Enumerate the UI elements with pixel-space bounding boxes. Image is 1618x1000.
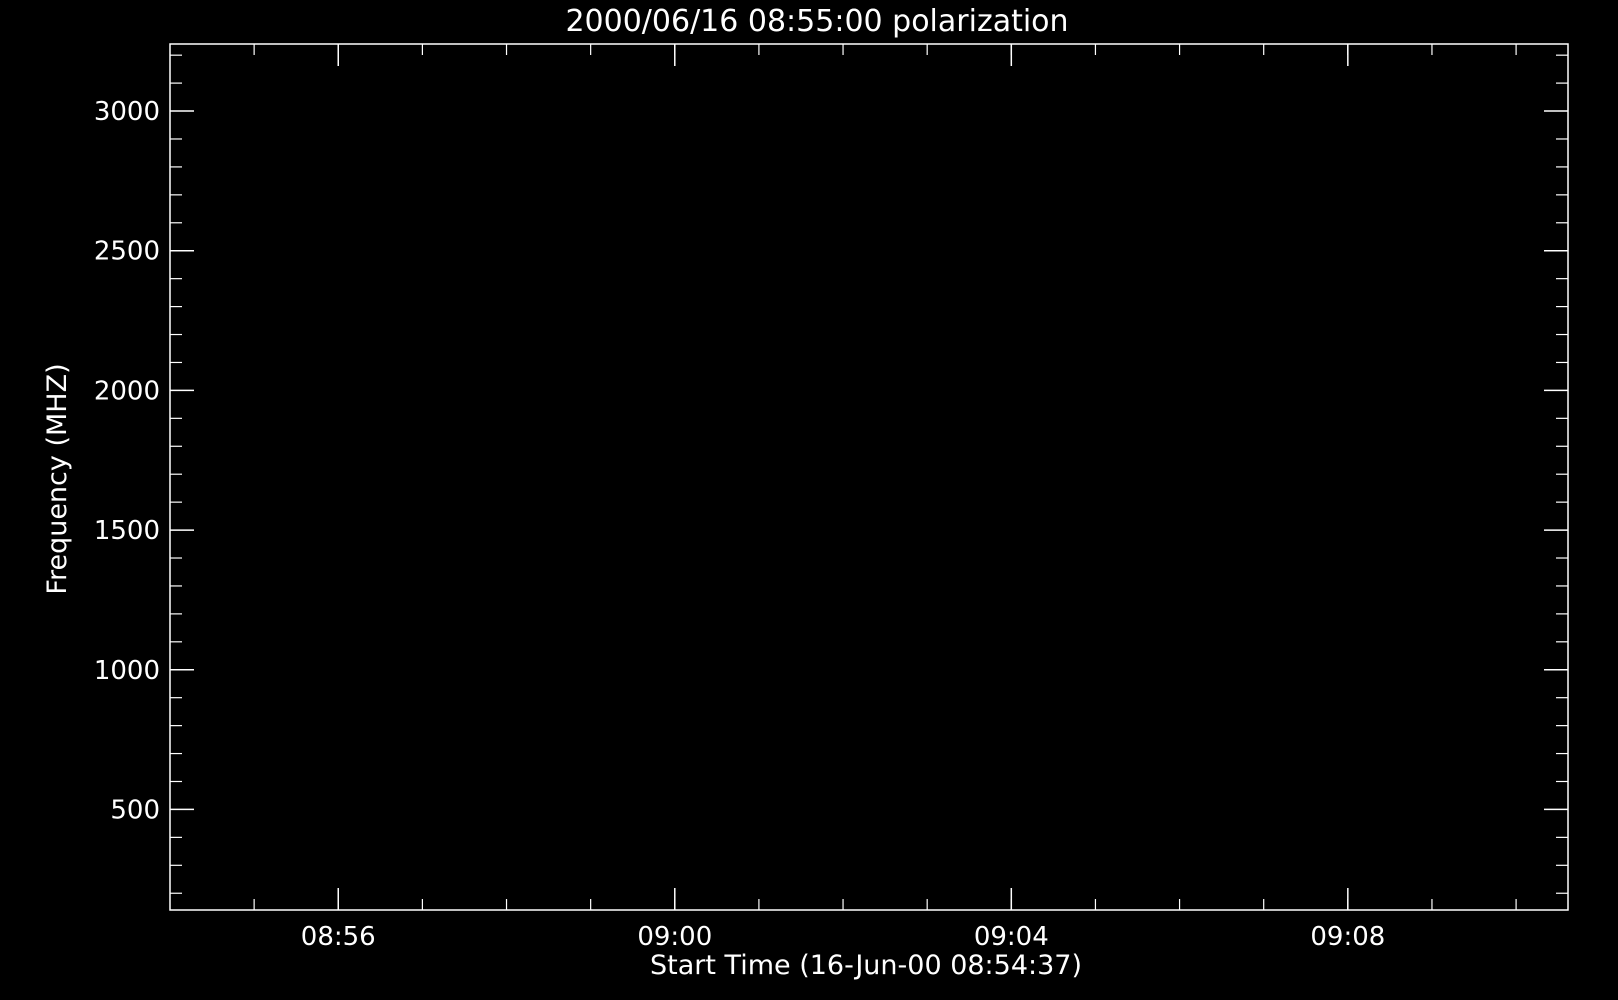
spectrogram-chart: 2000/06/16 08:55:00 polarization 08:56 09… (42, 4, 1569, 981)
chart-title: 2000/06/16 08:55:00 polarization (565, 4, 1068, 39)
